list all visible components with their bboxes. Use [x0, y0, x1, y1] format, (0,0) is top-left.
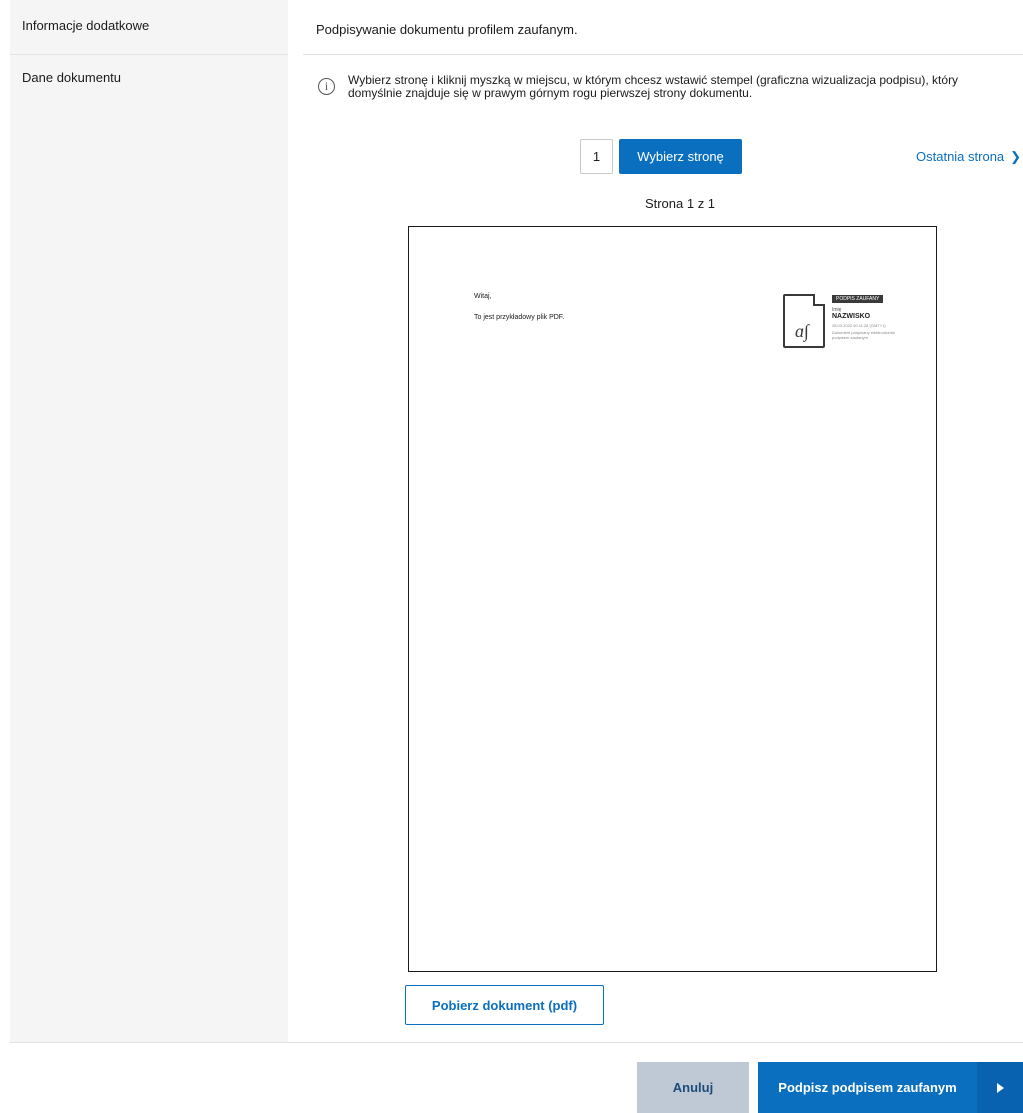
info-circle-icon: i [318, 78, 335, 95]
last-page-label: Ostatnia strona [916, 149, 1005, 164]
page-title: Podpisywanie dokumentu profilem zaufanym… [316, 22, 578, 37]
last-page-link[interactable]: Ostatnia strona ❯ [916, 149, 1021, 165]
pdf-preview-page[interactable]: Witaj, To jest przykładowy plik PDF. ɑ∫ … [408, 226, 937, 972]
content-divider [303, 54, 1023, 55]
sign-button-label: Podpisz podpisem zaufanym [778, 1080, 957, 1095]
signature-stamp[interactable]: ɑ∫ PODPIS ZAUFANY Imię NAZWISKO 28.03.20… [783, 294, 903, 354]
sidebar [10, 0, 288, 1042]
arrow-right-icon [997, 1083, 1004, 1093]
select-page-button[interactable]: Wybierz stronę [619, 139, 742, 174]
sidebar-divider [10, 54, 288, 55]
pdf-text-line: To jest przykładowy plik PDF. [474, 314, 565, 321]
pdf-text-line: Witaj, [474, 293, 492, 300]
page-counter: Strona 1 z 1 [644, 196, 716, 211]
chevron-right-icon: ❯ [1010, 149, 1022, 164]
page-number-input[interactable] [580, 139, 613, 174]
footer-divider [10, 1042, 1023, 1043]
sidebar-item-document-data: Dane dokumentu [22, 70, 122, 85]
sign-button[interactable]: Podpisz podpisem zaufanym [758, 1062, 1023, 1113]
signed-document-icon: ɑ∫ [783, 294, 825, 348]
cancel-button[interactable]: Anuluj [637, 1062, 749, 1113]
sidebar-item-additional-info: Informacje dodatkowe [22, 18, 150, 33]
info-message: Wybierz stronę i kliknij myszką w miejsc… [348, 73, 959, 100]
download-pdf-button[interactable]: Pobierz dokument (pdf) [405, 985, 604, 1025]
stamp-description: Dokument podpisany elektronicznie podpis… [832, 330, 896, 340]
stamp-date: 28.03.2020 00:11:28 (GMT+1) [832, 323, 886, 328]
sign-button-arrow-area [977, 1062, 1023, 1113]
stamp-last-name: NAZWISKO [832, 313, 871, 320]
stamp-badge: PODPIS ZAUFANY [832, 295, 884, 303]
